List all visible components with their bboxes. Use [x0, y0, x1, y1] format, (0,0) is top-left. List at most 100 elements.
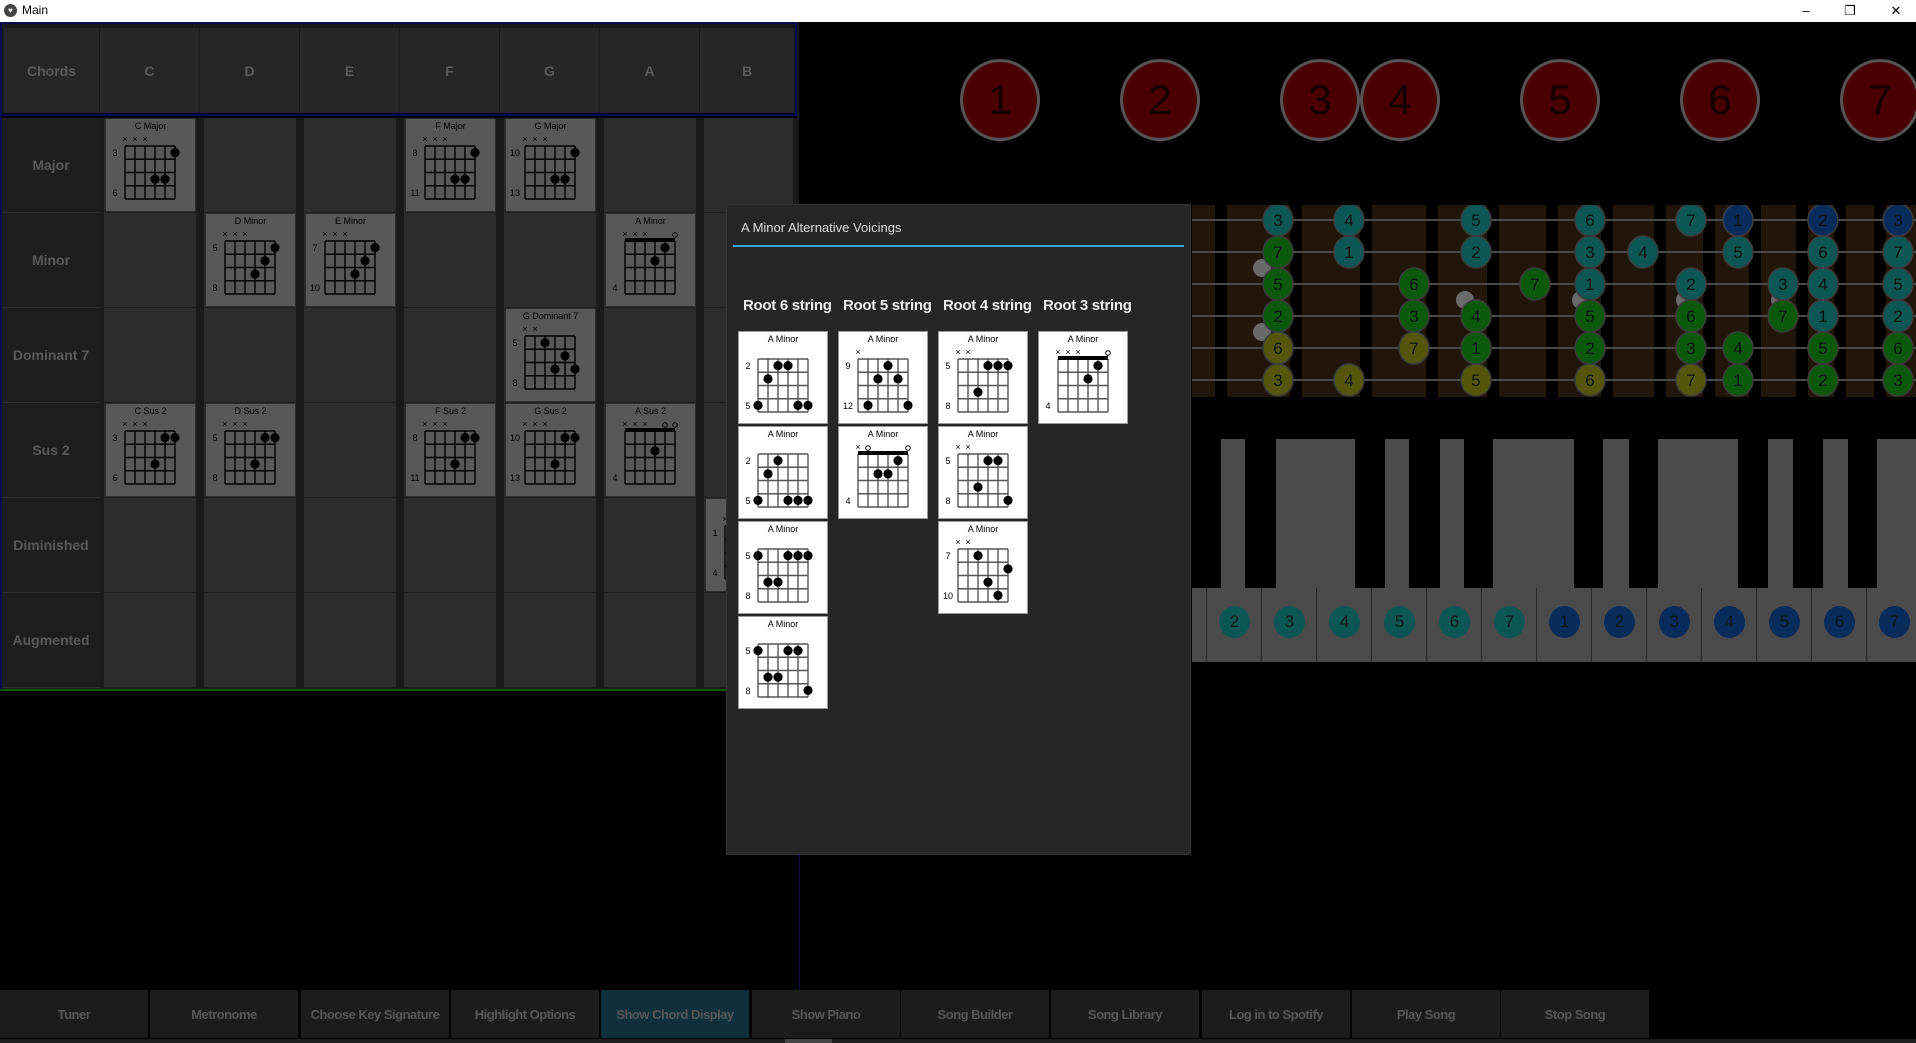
grid-cell[interactable]: [604, 308, 696, 403]
chord-diagram[interactable]: A Minor × × × 4: [606, 214, 695, 306]
grid-cell[interactable]: [704, 118, 793, 213]
piano-note[interactable]: 2: [1219, 606, 1250, 638]
grid-cell[interactable]: [404, 593, 496, 688]
fretboard-note-degree: 3: [1273, 371, 1282, 390]
grid-cell[interactable]: [204, 498, 296, 593]
chord-diagram[interactable]: F Major × × × 8 11: [406, 119, 495, 211]
chord-diagram[interactable]: G Dominant 7 × × 5 8: [506, 309, 595, 401]
scale-degree-3[interactable]: 3: [1280, 59, 1360, 141]
piano-black-key[interactable]: [1464, 439, 1493, 588]
grid-cell[interactable]: [304, 308, 396, 403]
piano-note[interactable]: 4: [1329, 606, 1360, 638]
grid-cell[interactable]: [404, 308, 496, 403]
minimize-icon[interactable]: –: [1786, 1, 1826, 21]
chord-diagram[interactable]: C Sus 2 × × × 3 6: [106, 404, 195, 496]
chord-diagram[interactable]: A Minor 2 5: [738, 331, 828, 424]
chord-diagram[interactable]: A Minor × × 5 8: [938, 426, 1028, 519]
chord-diagram[interactable]: A Minor 5 8: [738, 521, 828, 614]
scale-degree-1[interactable]: 1: [960, 59, 1040, 141]
row-label-major[interactable]: Major: [2, 118, 100, 213]
toolbar-button-show-piano[interactable]: Show Piano: [752, 990, 900, 1038]
grid-cell[interactable]: [304, 403, 396, 498]
chord-diagram[interactable]: A Minor × × 5 8: [938, 331, 1028, 424]
chord-diagram[interactable]: A Minor × 9 12: [838, 331, 928, 424]
grid-cell[interactable]: [104, 308, 196, 403]
toolbar-button-log-in-to-spotify[interactable]: Log in to Spotify: [1202, 990, 1350, 1038]
grid-cell[interactable]: [604, 498, 696, 593]
toolbar-button-choose-key-signature[interactable]: Choose Key Signature: [301, 990, 449, 1038]
chord-diagram[interactable]: A Sus 2 × × × 4: [606, 404, 695, 496]
grid-cell[interactable]: [404, 213, 496, 308]
scale-degree-7[interactable]: 7: [1840, 59, 1916, 141]
grid-cell[interactable]: [404, 498, 496, 593]
piano-note[interactable]: 5: [1384, 606, 1415, 638]
scale-degree-4[interactable]: 4: [1360, 59, 1440, 141]
chord-diagram[interactable]: D Minor × × × 5 8: [206, 214, 295, 306]
piano-black-key[interactable]: [1848, 439, 1877, 588]
grid-cell[interactable]: [304, 593, 396, 688]
piano-black-key[interactable]: [1574, 439, 1603, 588]
piano-note[interactable]: 1: [1549, 606, 1580, 638]
scale-degree-6[interactable]: 6: [1680, 59, 1760, 141]
piano-black-key[interactable]: [1738, 439, 1768, 588]
restore-icon[interactable]: ❐: [1830, 1, 1870, 21]
grid-cell[interactable]: [204, 593, 296, 688]
chord-diagram[interactable]: F Sus 2 × × × 8 11: [406, 404, 495, 496]
grid-cell[interactable]: [504, 498, 596, 593]
row-label-sus-2[interactable]: Sus 2: [2, 403, 100, 498]
toolbar-button-play-song[interactable]: Play Song: [1352, 990, 1500, 1038]
row-label-augmented[interactable]: Augmented: [2, 593, 100, 688]
piano-black-key[interactable]: [1245, 439, 1276, 588]
piano-note[interactable]: 2: [1604, 606, 1635, 638]
piano-note[interactable]: 6: [1439, 606, 1470, 638]
grid-cell[interactable]: [504, 593, 596, 688]
grid-cell[interactable]: [204, 308, 296, 403]
piano-note[interactable]: 7: [1494, 606, 1525, 638]
row-label-diminished[interactable]: Diminished: [2, 498, 100, 593]
grid-cell[interactable]: [304, 118, 396, 213]
grid-cell[interactable]: [204, 118, 296, 213]
chord-diagram[interactable]: A Minor × 4: [838, 426, 928, 519]
grid-cell[interactable]: [604, 118, 696, 213]
chord-diagram[interactable]: D Sus 2 × × × 5 8: [206, 404, 295, 496]
piano-note[interactable]: 3: [1659, 606, 1690, 638]
toolbar-button-song-builder[interactable]: Song Builder: [901, 990, 1049, 1038]
scrollbar-thumb[interactable]: [785, 1039, 832, 1043]
grid-cell[interactable]: [304, 498, 396, 593]
grid-cell[interactable]: [104, 498, 196, 593]
piano-note[interactable]: 7: [1879, 606, 1910, 638]
scale-degree-2[interactable]: 2: [1120, 59, 1200, 141]
chord-diagram[interactable]: E Minor × × × 7 10: [306, 214, 395, 306]
row-label-dominant-7[interactable]: Dominant 7: [2, 308, 100, 403]
horizontal-scrollbar[interactable]: [0, 1039, 1916, 1043]
toolbar-button-metronome[interactable]: Metronome: [150, 990, 298, 1038]
toolbar-button-song-library[interactable]: Song Library: [1051, 990, 1199, 1038]
piano-black-key[interactable]: [1409, 439, 1440, 588]
piano-note[interactable]: 4: [1714, 606, 1745, 638]
scale-degree-5[interactable]: 5: [1520, 59, 1600, 141]
chord-diagram[interactable]: A Minor 5 8: [738, 616, 828, 709]
chord-diagram[interactable]: A Minor × × 7 10: [938, 521, 1028, 614]
piano-black-key[interactable]: [1793, 439, 1823, 588]
toolbar-button-show-chord-display[interactable]: Show Chord Display: [601, 990, 749, 1038]
close-icon[interactable]: ✕: [1876, 1, 1916, 21]
toolbar-button-tuner[interactable]: Tuner: [0, 990, 148, 1038]
grid-cell[interactable]: [604, 593, 696, 688]
grid-cell[interactable]: [504, 213, 596, 308]
row-label-minor[interactable]: Minor: [2, 213, 100, 308]
piano-note[interactable]: 3: [1274, 606, 1305, 638]
toolbar-button-stop-song[interactable]: Stop Song: [1501, 990, 1649, 1038]
grid-cell[interactable]: [104, 593, 196, 688]
piano-black-key[interactable]: [1192, 439, 1221, 588]
chord-diagram[interactable]: A Minor 2 5: [738, 426, 828, 519]
piano-black-key[interactable]: [1355, 439, 1385, 588]
grid-cell[interactable]: [104, 213, 196, 308]
chord-diagram[interactable]: C Major × × × 3 6: [106, 119, 195, 211]
piano-black-key[interactable]: [1629, 439, 1658, 588]
chord-diagram[interactable]: G Major × × × 10 13: [506, 119, 595, 211]
chord-diagram[interactable]: A Minor × × × 4: [1038, 331, 1128, 424]
piano-note[interactable]: 6: [1824, 606, 1855, 638]
toolbar-button-highlight-options[interactable]: Highlight Options: [451, 990, 599, 1038]
piano-note[interactable]: 5: [1769, 606, 1800, 638]
chord-diagram[interactable]: G Sus 2 × × × 10 13: [506, 404, 595, 496]
